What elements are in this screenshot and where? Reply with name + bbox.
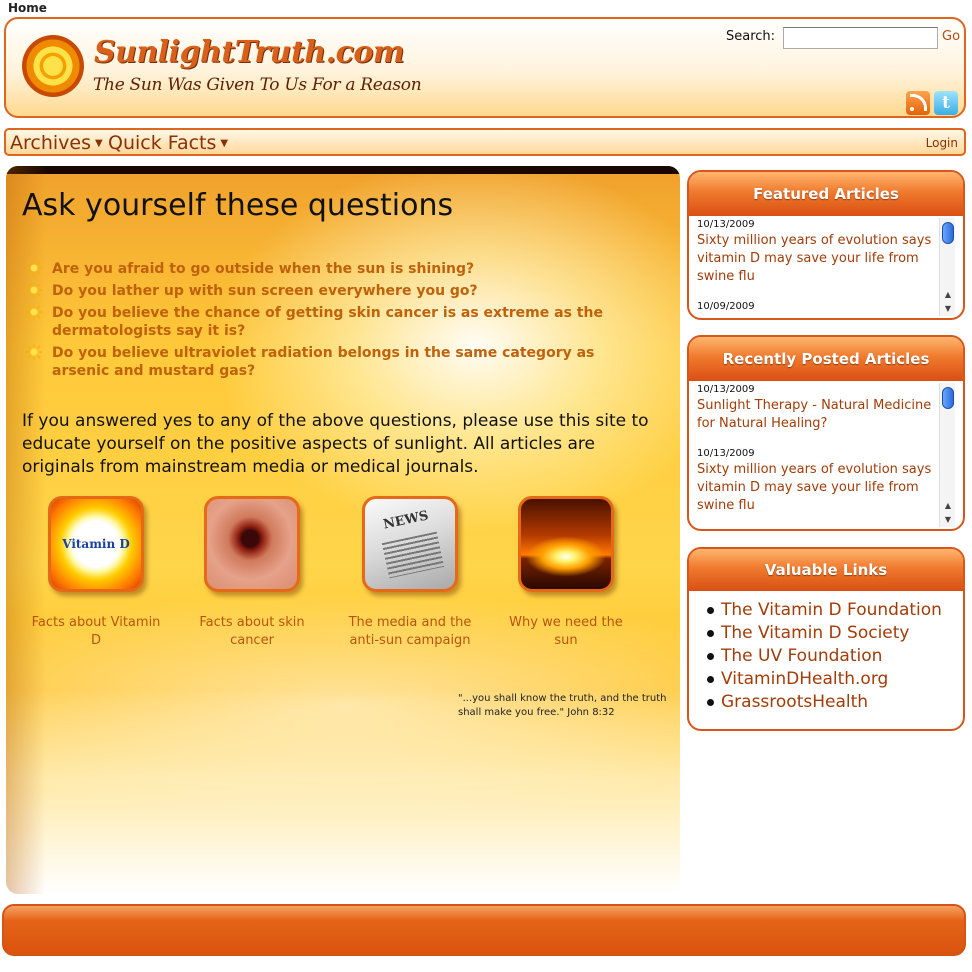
rss-icon[interactable]: [906, 91, 930, 115]
scrollbar[interactable]: ▲ ▼: [939, 383, 955, 527]
twitter-icon[interactable]: t: [934, 91, 958, 115]
valuable-links-heading: Valuable Links: [689, 549, 963, 591]
tile-why-sun[interactable]: Why we need the sun: [496, 496, 636, 650]
article-link[interactable]: Sunlight Therapy - Natural Medicine for …: [697, 397, 935, 433]
article-link[interactable]: Sixty million years of evolution says vi…: [697, 232, 935, 286]
main-content: Ask yourself these questions Are you afr…: [6, 166, 680, 894]
newspaper-thumbnail[interactable]: [362, 496, 458, 592]
list-item: The UV Foundation: [707, 645, 942, 668]
article-link[interactable]: Sixty million years of evolution says vi…: [697, 461, 935, 515]
scrollbar[interactable]: ▲ ▼: [939, 218, 955, 316]
tile-caption[interactable]: Why we need the sun: [496, 614, 636, 650]
link-vitamindhealth[interactable]: VitaminDHealth.org: [721, 669, 888, 689]
featured-articles-box: Featured Articles 10/13/2009 Sixty milli…: [687, 170, 965, 320]
page-label: Home: [8, 1, 47, 15]
skin-cancer-thumbnail[interactable]: [204, 496, 300, 592]
question-item: Do you lather up with sun screen everywh…: [26, 282, 636, 300]
site-header: SunlightTruth.com The Sun Was Given To U…: [4, 17, 966, 118]
sunburst-bullet-icon: [26, 304, 42, 320]
question-text: Are you afraid to go outside when the su…: [52, 261, 475, 277]
list-item: The Vitamin D Society: [707, 622, 942, 645]
article-date: 10/13/2009: [697, 448, 755, 459]
page-title: Ask yourself these questions: [22, 188, 454, 223]
article-date: 10/13/2009: [697, 384, 755, 395]
question-item: Do you believe the chance of getting ski…: [26, 304, 636, 340]
question-list: Are you afraid to go outside when the su…: [26, 260, 636, 384]
question-item: Are you afraid to go outside when the su…: [26, 260, 636, 278]
search-input[interactable]: [783, 27, 938, 49]
tile-vitamin-d[interactable]: Vitamin D Facts about Vitamin D: [26, 496, 166, 650]
site-tagline: The Sun Was Given To Us For a Reason: [93, 75, 422, 95]
link-vitamin-d-foundation[interactable]: The Vitamin D Foundation: [721, 600, 942, 620]
article-item: 10/13/2009 Sixty million years of evolut…: [697, 218, 935, 286]
list-item: The Vitamin D Foundation: [707, 599, 942, 622]
article-item: 10/09/2009: [697, 300, 935, 314]
scroll-up-arrow-icon[interactable]: ▲: [940, 288, 956, 302]
article-item: 10/13/2009 Sunlight Therapy - Natural Me…: [697, 383, 935, 433]
list-item: VitaminDHealth.org: [707, 668, 942, 691]
question-text: Do you lather up with sun screen everywh…: [52, 283, 478, 299]
tile-skin-cancer[interactable]: Facts about skin cancer: [182, 496, 322, 650]
bible-quote: "...you shall know the truth, and the tr…: [458, 693, 667, 718]
caret-down-icon: ▼: [95, 138, 103, 149]
article-list: 10/13/2009 Sixty million years of evolut…: [697, 218, 935, 318]
site-footer: [2, 904, 966, 956]
tile-caption[interactable]: The media and the anti-sun campaign: [340, 614, 480, 650]
tile-media-campaign[interactable]: The media and the anti-sun campaign: [340, 496, 480, 650]
scroll-down-arrow-icon[interactable]: ▼: [940, 513, 956, 527]
sunburst-bullet-icon: [26, 282, 42, 298]
sun-logo-icon[interactable]: [22, 35, 84, 97]
main-nav: Archives ▼ Quick Facts ▼ Login: [4, 128, 966, 156]
link-uv-foundation[interactable]: The UV Foundation: [721, 646, 882, 666]
search-go-button[interactable]: Go: [942, 29, 960, 44]
scrollbar-thumb[interactable]: [942, 387, 954, 409]
caret-down-icon: ▼: [220, 138, 229, 149]
article-item: 10/13/2009 Sixty million years of evolut…: [697, 447, 935, 515]
article-date: 10/09/2009: [697, 301, 755, 312]
nav-quick-facts-label: Quick Facts: [108, 132, 217, 154]
recent-articles-box: Recently Posted Articles 10/13/2009 Sunl…: [687, 335, 965, 531]
tile-caption[interactable]: Facts about Vitamin D: [26, 614, 166, 650]
nav-archives[interactable]: Archives ▼: [10, 132, 103, 154]
featured-articles-scroll[interactable]: 10/13/2009 Sixty million years of evolut…: [689, 216, 963, 318]
article-date: 10/13/2009: [697, 219, 755, 230]
recent-articles-scroll[interactable]: 10/13/2009 Sunlight Therapy - Natural Me…: [689, 381, 963, 529]
sunset-thumbnail[interactable]: [518, 496, 614, 592]
link-grassrootshealth[interactable]: GrassrootsHealth: [721, 692, 868, 712]
login-link[interactable]: Login: [926, 136, 958, 150]
nav-archives-label: Archives: [10, 132, 91, 154]
vitamin-d-thumbnail[interactable]: Vitamin D: [48, 496, 144, 592]
tile-caption[interactable]: Facts about skin cancer: [182, 614, 322, 650]
nav-quick-facts[interactable]: Quick Facts ▼: [108, 132, 228, 154]
list-item: GrassrootsHealth: [707, 691, 942, 714]
valuable-links-box: Valuable Links The Vitamin D Foundation …: [687, 547, 965, 731]
link-vitamin-d-society[interactable]: The Vitamin D Society: [721, 623, 910, 643]
valuable-links-list: The Vitamin D Foundation The Vitamin D S…: [707, 599, 942, 714]
intro-paragraph: If you answered yes to any of the above …: [22, 411, 649, 477]
scroll-up-arrow-icon[interactable]: ▲: [940, 499, 956, 513]
featured-articles-heading: Featured Articles: [689, 172, 963, 216]
article-list: 10/13/2009 Sunlight Therapy - Natural Me…: [697, 383, 935, 529]
search-label: Search:: [726, 29, 776, 44]
sunburst-bullet-icon: [26, 260, 42, 276]
sunburst-bullet-icon: [26, 344, 42, 360]
scroll-down-arrow-icon[interactable]: ▼: [940, 302, 956, 316]
question-text: Do you believe ultraviolet radiation bel…: [52, 345, 595, 379]
question-item: Do you believe ultraviolet radiation bel…: [26, 344, 636, 380]
recent-articles-heading: Recently Posted Articles: [689, 337, 963, 381]
site-logo-title[interactable]: SunlightTruth.com: [94, 35, 405, 70]
question-text: Do you believe the chance of getting ski…: [52, 305, 603, 339]
scrollbar-thumb[interactable]: [942, 222, 954, 244]
vitamin-d-thumb-text: Vitamin D: [62, 537, 130, 551]
